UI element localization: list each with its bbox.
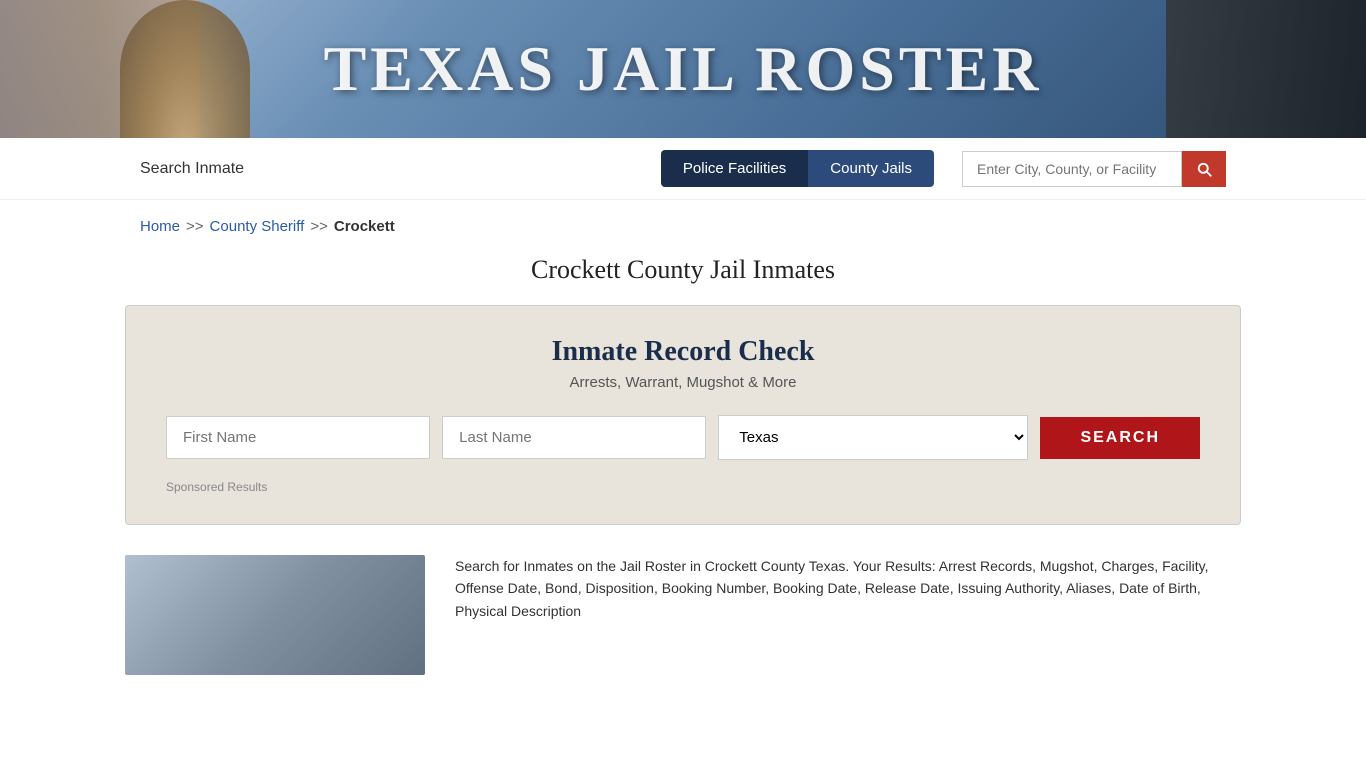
search-icon (1195, 160, 1213, 178)
first-name-input[interactable] (166, 416, 430, 459)
banner-right-decoration (1166, 0, 1366, 138)
record-check-box: Inmate Record Check Arrests, Warrant, Mu… (125, 305, 1241, 525)
breadcrumb-home[interactable]: Home (140, 218, 180, 235)
police-facilities-button[interactable]: Police Facilities (661, 150, 808, 187)
breadcrumb-sep-2: >> (310, 218, 328, 235)
search-inmate-label: Search Inmate (140, 160, 641, 178)
bottom-description: Search for Inmates on the Jail Roster in… (455, 555, 1241, 622)
nav-button-group: Police Facilities County Jails (661, 150, 934, 187)
facility-search-button[interactable] (1182, 151, 1226, 187)
breadcrumb-sep-1: >> (186, 218, 204, 235)
bottom-section: Search for Inmates on the Jail Roster in… (0, 545, 1366, 685)
header-banner: Texas Jail Roster (0, 0, 1366, 138)
facility-search-input[interactable] (962, 151, 1182, 187)
nav-search-wrapper (962, 151, 1226, 187)
banner-dome-decoration (120, 0, 250, 138)
site-title: Texas Jail Roster (324, 32, 1043, 106)
county-jails-button[interactable]: County Jails (808, 150, 934, 187)
page-title: Crockett County Jail Inmates (0, 255, 1366, 285)
record-check-form: AlabamaAlaskaArizonaArkansasCaliforniaCo… (166, 415, 1200, 460)
state-select[interactable]: AlabamaAlaskaArizonaArkansasCaliforniaCo… (718, 415, 1028, 460)
navbar: Search Inmate Police Facilities County J… (0, 138, 1366, 200)
record-search-button[interactable]: SEARCH (1040, 417, 1200, 459)
breadcrumb-current: Crockett (334, 218, 395, 235)
jail-image (125, 555, 425, 675)
last-name-input[interactable] (442, 416, 706, 459)
breadcrumb-county-sheriff[interactable]: County Sheriff (210, 218, 305, 235)
breadcrumb: Home >> County Sheriff >> Crockett (0, 200, 1366, 245)
sponsored-label: Sponsored Results (166, 480, 1200, 494)
record-check-subtitle: Arrests, Warrant, Mugshot & More (166, 374, 1200, 391)
record-check-title: Inmate Record Check (166, 336, 1200, 368)
